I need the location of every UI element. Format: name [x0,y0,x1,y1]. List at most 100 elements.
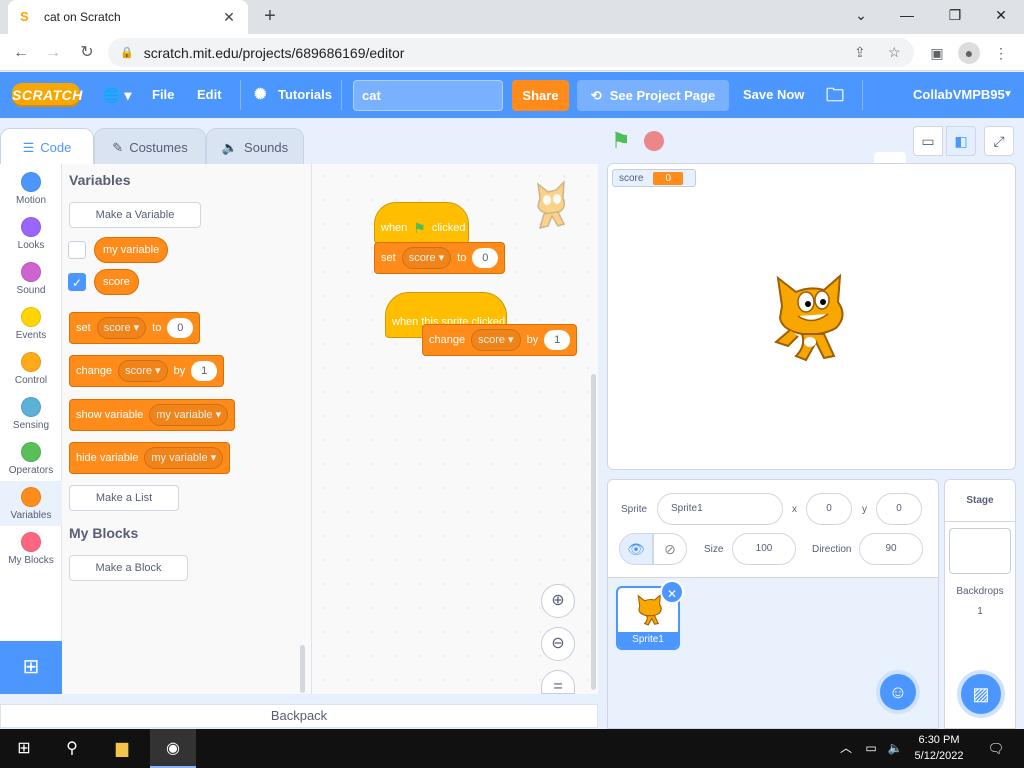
minimize-button[interactable]: — [884,0,930,30]
zoom-out-button[interactable]: ⊖ [541,627,575,661]
set-variable-block[interactable]: set score ▾ to 0 [69,312,201,344]
tab-close-icon[interactable]: ✕ [220,9,238,26]
score-monitor[interactable]: score 0 [612,169,696,187]
save-now-button[interactable]: Save Now [743,72,804,118]
network-icon[interactable]: ▭ [860,729,882,768]
profile-avatar-icon[interactable]: ● [958,42,980,64]
side-panel-icon[interactable]: ▣ [926,42,948,64]
script-scrollbar[interactable] [591,374,596,690]
variable-dropdown[interactable]: my variable ▾ [144,447,224,469]
add-extension-button[interactable]: ⊞ [0,641,62,694]
menu-divider [862,80,863,110]
volume-icon[interactable]: 🔈 [884,729,906,768]
my-stuff-folder-icon[interactable]: 🗀 [826,72,844,118]
make-list-button[interactable]: Make a List [69,485,179,511]
category-control[interactable]: Control [0,346,62,391]
category-operators[interactable]: Operators [0,436,62,481]
value-input[interactable]: 1 [544,330,571,350]
category-variables[interactable]: Variables [0,481,62,526]
variable-dropdown[interactable]: score ▾ [118,360,168,382]
backpack-bar[interactable]: Backpack [0,704,598,728]
show-variable-block[interactable]: show variable my variable ▾ [69,399,236,431]
category-sound[interactable]: Sound [0,256,62,301]
make-block-button[interactable]: Make a Block [69,555,188,581]
new-tab-button[interactable]: + [258,4,282,28]
stage-selector[interactable]: Stage Backdrops 1 ▨ [944,479,1016,729]
category-events[interactable]: Events [0,301,62,346]
tab-sounds[interactable]: 🔈 Sounds [206,128,304,166]
score-reporter[interactable]: score [94,269,139,295]
score-checkbox[interactable]: ✓ [68,273,86,291]
taskbar-clock[interactable]: 6:30 PM 5/12/2022 [906,732,972,764]
tab-code[interactable]: ☰ Code [0,128,94,166]
tab-costumes[interactable]: ✎ Costumes [94,128,206,166]
tray-chevron-up-icon[interactable]: ︿ [836,729,856,768]
language-menu-globe-icon[interactable]: 🌐 ▾ [103,72,131,118]
username-menu[interactable]: CollabVMPB95 [913,72,1005,118]
y-input[interactable]: 0 [876,493,922,525]
fullscreen-button[interactable]: ⤢ [984,126,1014,156]
back-arrow-icon[interactable]: ← [8,40,34,66]
size-input[interactable]: 100 [732,533,796,565]
file-explorer-icon[interactable]: ▆ [104,729,140,768]
when-flag-clicked-block[interactable]: when ⚑ clicked [374,202,469,244]
windows-start-icon[interactable]: ⊞ [8,729,40,768]
tutorials-menu[interactable]: Tutorials [278,72,332,118]
backdrop-thumbnail[interactable] [949,528,1011,574]
maximize-button[interactable]: ❐ [932,0,978,30]
category-looks[interactable]: Looks [0,211,62,256]
my-variable-checkbox[interactable] [68,241,86,259]
palette-scrollbar[interactable] [300,645,305,693]
my-variable-reporter[interactable]: my variable [94,237,169,263]
hide-sprite-eye-slash-icon[interactable]: ⊘ [653,533,687,565]
url-bar[interactable]: 🔒 scratch.mit.edu/projects/689686169/edi… [108,38,914,67]
change-score-block[interactable]: change score ▾ by 1 [422,324,578,356]
file-menu[interactable]: File [152,72,174,118]
normal-stage-button[interactable]: ◧ [946,126,976,156]
variable-dropdown[interactable]: score ▾ [401,247,452,269]
cat-sprite[interactable] [766,272,856,364]
variable-dropdown[interactable]: score ▾ [96,317,147,339]
forward-arrow-icon[interactable]: → [40,40,66,66]
stage-canvas[interactable] [607,163,1016,470]
variable-dropdown[interactable]: score ▾ [471,329,521,351]
category-motion[interactable]: Motion [0,166,62,211]
see-project-page-button[interactable]: ⟲ See Project Page [577,80,729,111]
direction-input[interactable]: 90 [859,533,923,565]
sprite-name-input[interactable]: Sprite1 [657,493,783,525]
browser-tab[interactable]: S cat on Scratch ✕ [8,0,248,34]
chrome-menu-icon[interactable]: ⋮ [990,42,1012,64]
value-input[interactable]: 0 [472,248,499,268]
category-sensing[interactable]: Sensing [0,391,62,436]
change-variable-block[interactable]: change score ▾ by 1 [69,355,225,387]
share-button[interactable]: Share [512,80,569,111]
share-page-icon[interactable]: ⇪ [854,44,866,61]
bookmark-star-icon[interactable]: ☆ [888,44,901,61]
green-flag-button[interactable]: ⚑ [611,128,631,154]
make-variable-button[interactable]: Make a Variable [69,202,201,228]
scratch-logo[interactable]: SCRATCH [12,83,82,107]
notifications-icon[interactable]: 🗨 [984,729,1008,768]
add-backdrop-image-icon[interactable]: ▨ [957,670,1005,718]
hide-variable-block[interactable]: hide variable my variable ▾ [69,442,231,474]
add-sprite-cat-icon[interactable]: ☺ [876,670,920,714]
edit-menu[interactable]: Edit [197,72,222,118]
value-input[interactable]: 0 [167,318,194,338]
project-title-input[interactable]: cat [353,80,503,111]
set-score-block[interactable]: set score ▾ to 0 [374,242,506,274]
zoom-in-button[interactable]: ⊕ [541,584,575,618]
stop-button[interactable] [644,131,664,151]
show-sprite-eye-icon[interactable]: 👁 [619,533,653,565]
value-input[interactable]: 1 [191,361,218,381]
variable-dropdown[interactable]: my variable ▾ [149,404,229,426]
x-input[interactable]: 0 [806,493,852,525]
close-window-button[interactable]: ✕ [978,0,1024,30]
chrome-taskbar-icon[interactable]: ◉ [150,729,196,768]
reload-icon[interactable]: ↻ [74,40,100,66]
delete-sprite-trash-icon[interactable]: ✕ [660,580,684,604]
search-icon[interactable]: ⚲ [56,729,88,768]
account-chevron-down-icon[interactable]: ▼ [1003,72,1013,118]
tab-search-icon[interactable]: ⌄ [838,0,884,30]
small-stage-button[interactable]: ▭ [913,126,943,156]
category-my-blocks[interactable]: My Blocks [0,526,62,571]
